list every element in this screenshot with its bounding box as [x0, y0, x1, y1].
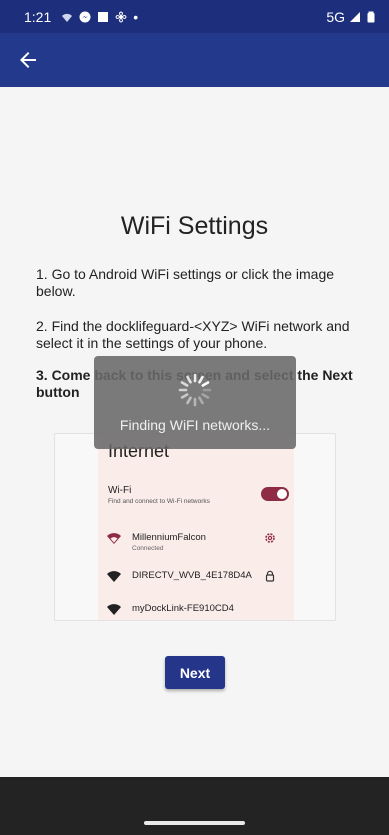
network-name: DIRECTV_WVB_4E178D4A	[132, 570, 252, 581]
spinner-segment	[198, 396, 204, 405]
wifi-toggle	[261, 487, 289, 501]
spinner-segment	[198, 375, 204, 384]
internet-settings-preview: Internet Wi-Fi Find and connect to Wi-Fi…	[98, 434, 294, 620]
spinner-segment	[186, 375, 192, 384]
loading-dialog: Finding WiFI networks...	[94, 356, 296, 449]
fan-icon	[115, 10, 127, 23]
network-name: MillenniumFalcon	[132, 532, 206, 543]
spinner-segment	[180, 381, 189, 387]
spinner-segment	[201, 393, 210, 399]
network-item: myDockLink-FE910CD4	[98, 597, 294, 620]
spinner-segment	[201, 381, 210, 387]
page-title: WiFi Settings	[120, 212, 269, 240]
network-item: DIRECTV_WVB_4E178D4A	[98, 564, 294, 594]
messenger-icon	[79, 11, 91, 22]
home-gesture-handle[interactable]	[144, 821, 245, 825]
spinner-segment	[186, 396, 192, 405]
content-area: WiFi Settings 1. Go to Android WiFi sett…	[0, 87, 389, 777]
network-status: Connected	[132, 545, 164, 552]
gear-icon	[265, 533, 275, 543]
wifi-signal-icon	[107, 533, 121, 544]
navigation-bar	[0, 777, 389, 835]
network-item: MillenniumFalcon Connected	[98, 526, 294, 556]
wifi-signal-icon	[107, 604, 121, 615]
signal-icon	[350, 11, 360, 22]
wifi-settings-image[interactable]: Internet Wi-Fi Find and connect to Wi-Fi…	[54, 433, 336, 621]
wifi-description: Find and connect to Wi-Fi networks	[108, 498, 210, 505]
instruction-step-2: 2. Find the docklifeguard-<XYZ> WiFi net…	[36, 318, 350, 351]
arrow-left-icon[interactable]	[16, 48, 40, 72]
status-right: 5G	[326, 9, 377, 25]
lock-icon	[265, 570, 275, 582]
loading-message: Finding WiFI networks...	[119, 417, 271, 433]
loading-spinner-icon	[178, 373, 212, 407]
status-time: 1:21	[24, 8, 52, 25]
battery-icon	[367, 11, 375, 22]
square-icon	[98, 11, 109, 22]
notification-icons: •	[61, 9, 138, 25]
next-button[interactable]: Next	[165, 656, 225, 689]
wifi-calling-icon	[62, 13, 73, 22]
spinner-segment	[180, 393, 189, 399]
instruction-step-1: 1. Go to Android WiFi settings or click …	[36, 266, 335, 299]
toggle-knob	[277, 489, 287, 499]
wifi-label: Wi-Fi	[108, 485, 132, 496]
wifi-signal-icon	[107, 571, 121, 582]
network-name: myDockLink-FE910CD4	[132, 603, 234, 614]
app-bar	[0, 33, 389, 87]
status-bar: 1:21 • 5G	[0, 0, 389, 33]
network-type: 5G	[326, 8, 345, 25]
status-dot: •	[133, 8, 139, 25]
